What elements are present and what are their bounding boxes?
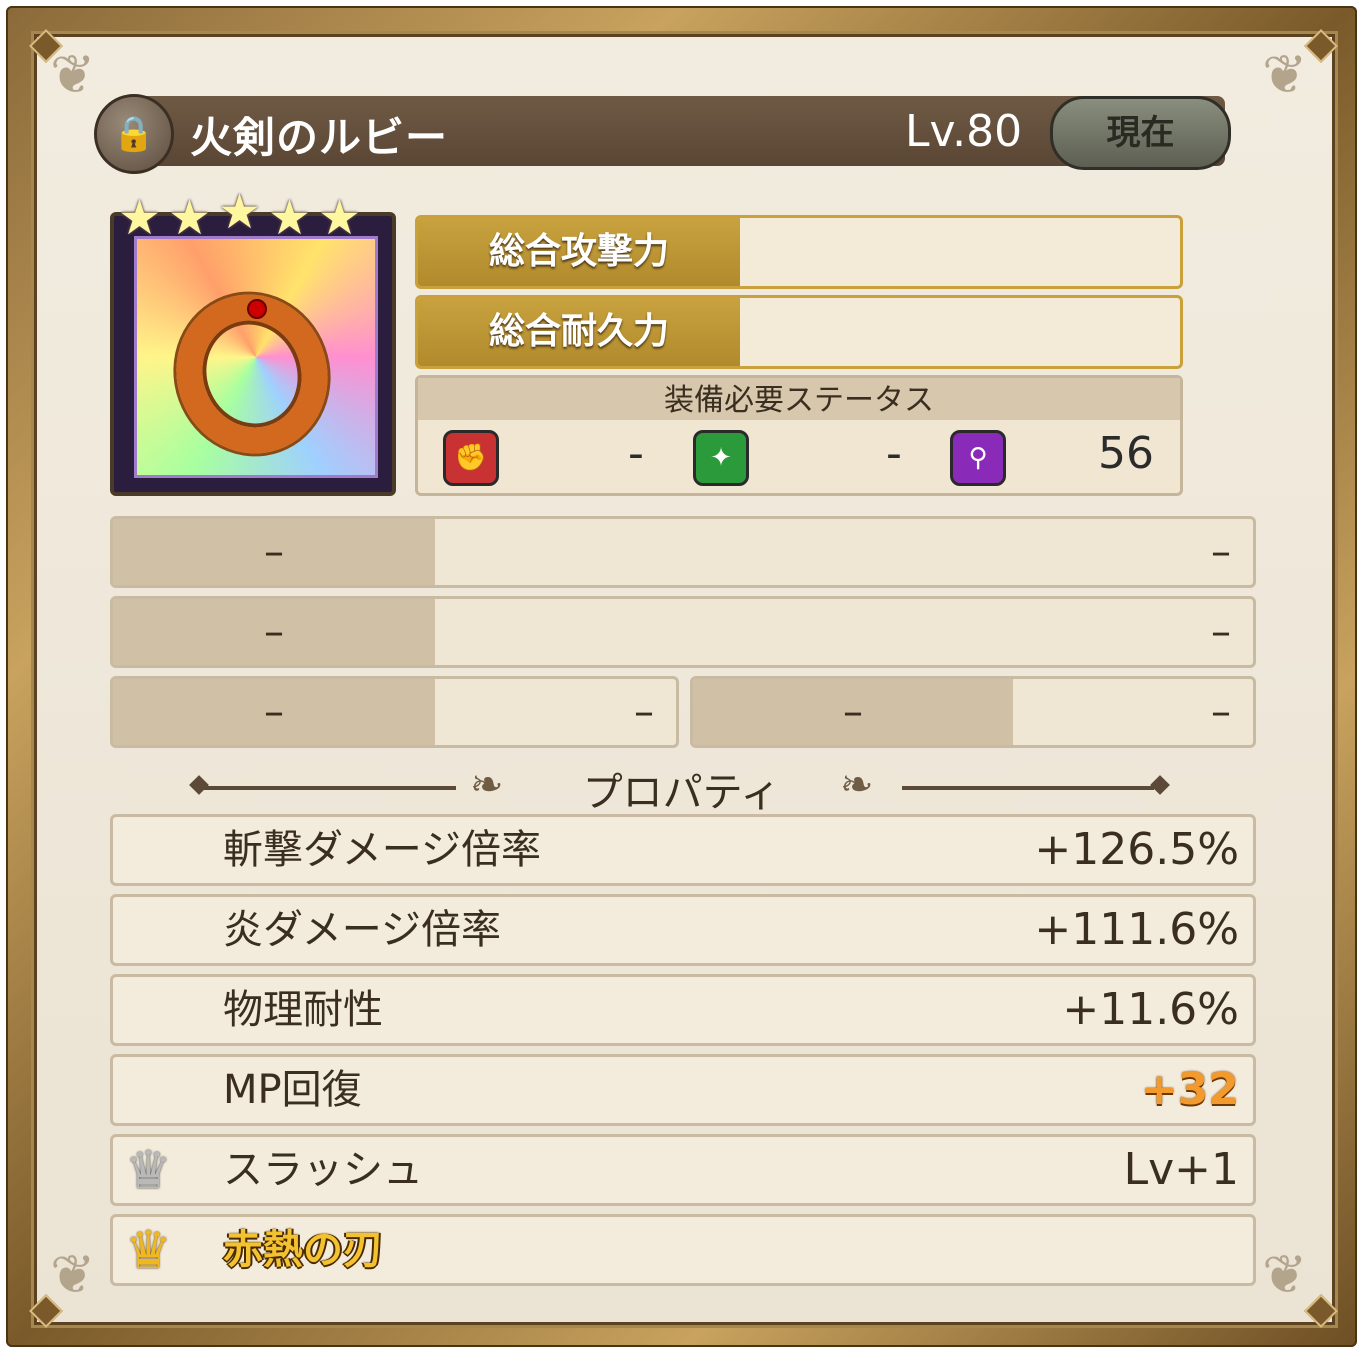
current-button[interactable]: 現在: [1050, 96, 1231, 170]
slot-value: –: [1211, 529, 1231, 575]
property-label: 物理耐性: [223, 987, 383, 1033]
skill-value: Lv+1: [1123, 1144, 1239, 1195]
durability-label: 総合耐久力: [418, 298, 740, 366]
flourish-icon: ❧: [840, 762, 874, 808]
slot-value: –: [634, 689, 654, 735]
property-row: MP回復 +32: [110, 1054, 1256, 1126]
star-icon: ★: [218, 184, 262, 240]
property-row: 炎ダメージ倍率 +111.6%: [110, 894, 1256, 966]
star-icon: ★: [118, 190, 162, 246]
corner-ornament-icon: ❦: [1262, 43, 1308, 106]
corner-ornament-icon: ❦: [50, 43, 96, 106]
item-image: [134, 236, 378, 478]
property-row: 斬撃ダメージ倍率 +126.5%: [110, 814, 1256, 886]
slot-label: –: [113, 599, 435, 665]
star-icon: ★: [318, 190, 362, 246]
sparkle-icon: ✦: [693, 430, 749, 486]
rarity-stars: ★ ★ ★ ★ ★: [118, 184, 378, 246]
gold-crown-icon: ♛: [125, 1221, 172, 1281]
wand-icon: ⚲: [950, 430, 1006, 486]
slot-row: – –: [110, 676, 679, 748]
item-name: 火剣のルビー: [190, 113, 449, 162]
corner-ornament-icon: ❦: [50, 1243, 96, 1306]
slot-value: –: [1211, 609, 1231, 655]
durability-bar: 総合耐久力: [415, 295, 1183, 369]
slot-row: – –: [110, 516, 1256, 588]
star-icon: ★: [168, 190, 212, 246]
property-value: +32: [1140, 1064, 1239, 1115]
skill-row[interactable]: ♛ 赤熱の刃: [110, 1214, 1256, 1286]
lock-icon[interactable]: 🔒: [94, 94, 174, 174]
attack-power-bar: 総合攻撃力: [415, 215, 1183, 289]
fist-icon: ✊: [443, 430, 499, 486]
slot-label: –: [113, 679, 435, 745]
required-magic-value: 56: [1098, 428, 1154, 479]
required-status-panel: 装備必要ステータス ✊ - ✦ - ⚲ 56: [415, 375, 1183, 496]
slot-row: – –: [110, 596, 1256, 668]
skill-row[interactable]: ♛ スラッシュ Lv+1: [110, 1134, 1256, 1206]
required-status-header: 装備必要ステータス: [418, 378, 1180, 420]
slot-label: –: [113, 519, 435, 585]
property-row: 物理耐性 +11.6%: [110, 974, 1256, 1046]
property-value: +11.6%: [1062, 984, 1239, 1035]
attack-power-label: 総合攻撃力: [418, 218, 740, 286]
property-value: +126.5%: [1034, 824, 1239, 875]
gem-icon: [247, 299, 267, 319]
required-dex-value: -: [886, 428, 902, 479]
item-level: Lv.80: [905, 106, 1023, 157]
star-icon: ★: [268, 190, 312, 246]
property-label: 斬撃ダメージ倍率: [223, 827, 541, 873]
property-label: MP回復: [223, 1067, 362, 1113]
skill-label: 赤熱の刃: [223, 1227, 383, 1273]
divider-line: [902, 786, 1154, 790]
silver-crown-icon: ♛: [125, 1141, 172, 1201]
skill-label: スラッシュ: [223, 1147, 423, 1193]
property-label: 炎ダメージ倍率: [223, 907, 501, 953]
required-strength-value: -: [628, 428, 644, 479]
corner-ornament-icon: ❦: [1262, 1243, 1308, 1306]
slot-row: – –: [690, 676, 1256, 748]
slot-value: –: [1211, 689, 1231, 735]
item-card: [110, 212, 396, 496]
property-value: +111.6%: [1034, 904, 1239, 955]
slot-label: –: [693, 679, 1013, 745]
